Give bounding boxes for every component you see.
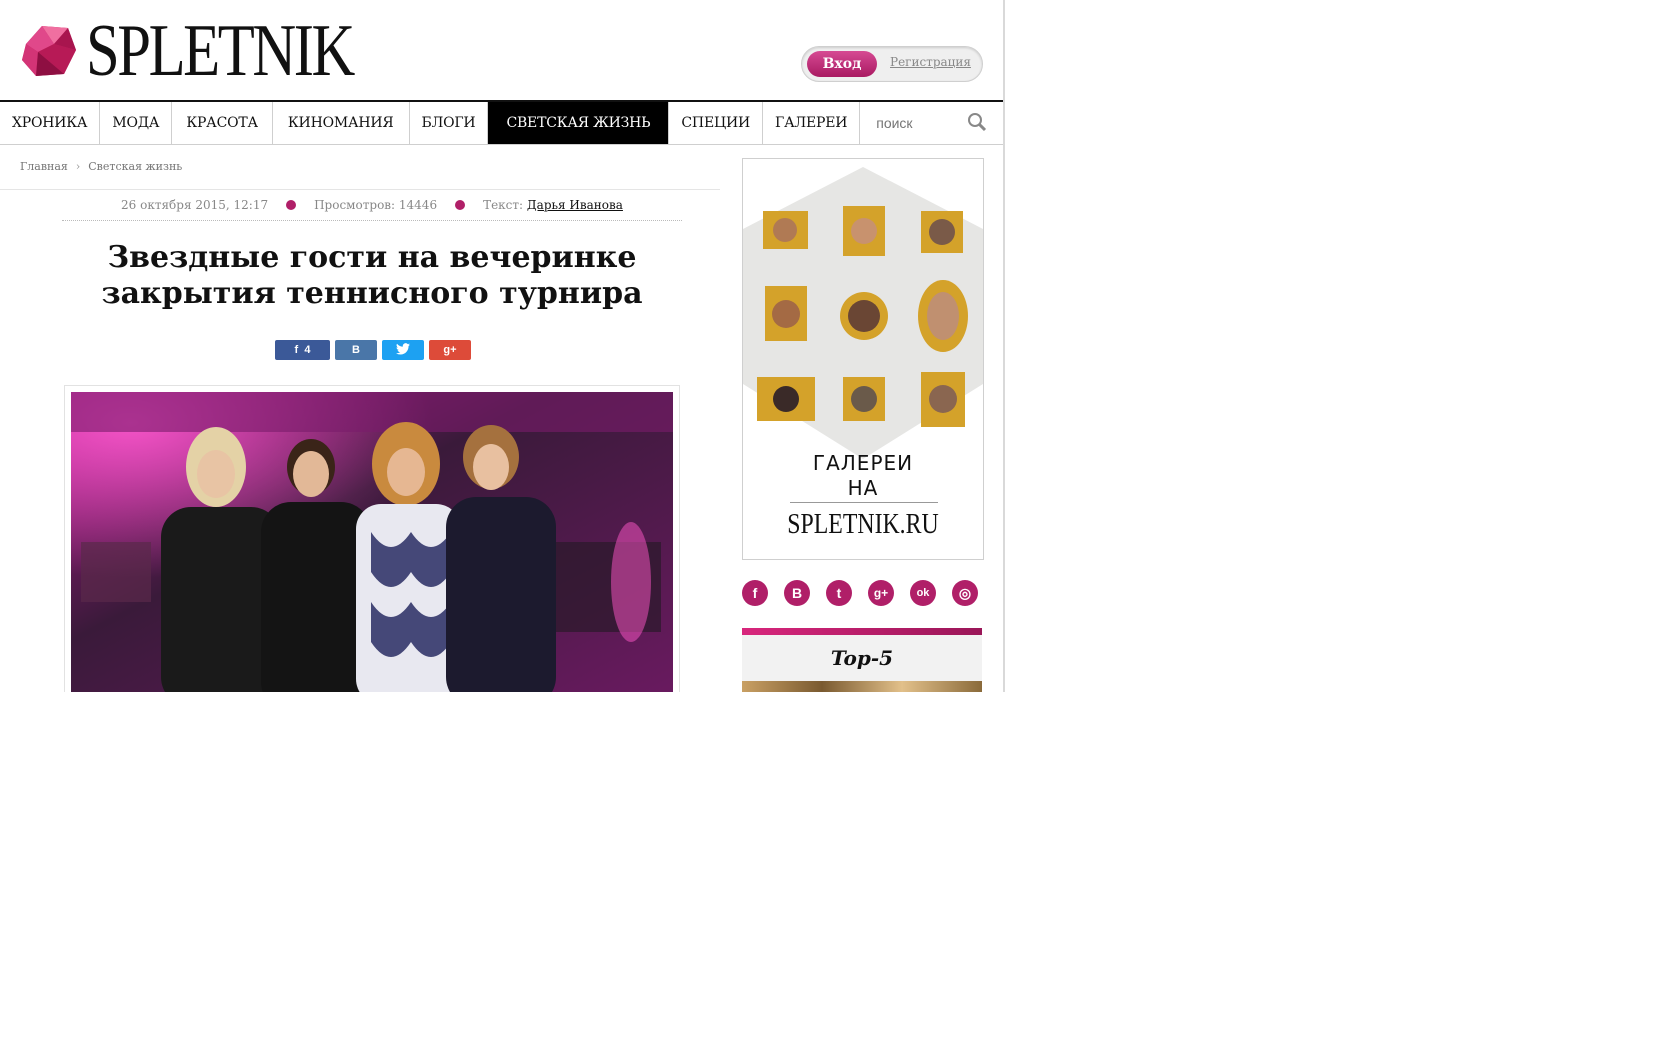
site-page: SPLETNIK Вход Регистрация ХРОНИКА МОДА К… xyxy=(0,0,1005,692)
breadcrumb: Главная › Светская жизнь xyxy=(20,160,182,173)
article-date: 26 октября 2015, 12:17 xyxy=(121,198,269,212)
dot-icon xyxy=(455,200,466,210)
banner-art xyxy=(743,167,983,459)
banner-logo: SPLETNIK.RU xyxy=(787,509,939,540)
login-button[interactable]: Вход xyxy=(807,51,877,77)
logo-wordmark: SPLETNIK xyxy=(86,10,355,92)
share-vk-button[interactable]: В xyxy=(335,340,377,360)
nav-item-beauty[interactable]: КРАСОТА xyxy=(172,102,273,144)
article-title: Звездные гости на вечеринке закрытия тен… xyxy=(62,240,682,312)
nav-item-galleries[interactable]: ГАЛЕРЕИ xyxy=(763,102,861,144)
twitter-icon[interactable]: t xyxy=(826,580,852,606)
chevron-right-icon: › xyxy=(75,160,81,173)
search-icon[interactable] xyxy=(967,112,987,132)
author-prefix: Текст: xyxy=(483,198,524,212)
search-box xyxy=(860,102,1003,144)
banner-heading: ГАЛЕРЕИ xyxy=(812,451,914,475)
facebook-icon[interactable]: f xyxy=(742,580,768,606)
share-twitter-button[interactable] xyxy=(382,340,424,360)
vk-icon: В xyxy=(352,344,360,356)
nav-item-blogs[interactable]: БЛОГИ xyxy=(410,102,489,144)
author-link[interactable]: Дарья Иванова xyxy=(527,198,623,212)
article-title-line: закрытия теннисного турнира xyxy=(101,276,643,311)
google-plus-icon[interactable]: g+ xyxy=(868,580,894,606)
breadcrumb-section[interactable]: Светская жизнь xyxy=(88,160,182,173)
banner-heading: НА xyxy=(847,476,879,500)
site-logo[interactable]: SPLETNIK xyxy=(20,10,411,92)
article-views: Просмотров: 14446 xyxy=(314,198,438,212)
auth-panel: Вход Регистрация xyxy=(801,46,983,82)
top5-widget: Top-5 xyxy=(742,628,982,692)
divider xyxy=(0,189,720,190)
twitter-icon xyxy=(396,343,410,355)
article-photo[interactable] xyxy=(71,392,673,692)
share-count: 4 xyxy=(304,344,311,356)
nav-item-specials[interactable]: СПЕЦИИ xyxy=(669,102,763,144)
nav-item-chronicle[interactable]: ХРОНИКА xyxy=(0,102,101,144)
gem-logo-icon xyxy=(22,26,76,76)
breadcrumb-home[interactable]: Главная xyxy=(20,160,68,173)
top5-accent-bar xyxy=(742,628,982,635)
share-facebook-button[interactable]: f 4 xyxy=(275,340,330,360)
galleries-banner[interactable]: ГАЛЕРЕИ НА SPLETNIK.RU xyxy=(742,158,984,560)
instagram-icon[interactable]: ◎ xyxy=(952,580,978,606)
register-link[interactable]: Регистрация xyxy=(890,55,971,69)
nav-item-social-life[interactable]: СВЕТСКАЯ ЖИЗНЬ xyxy=(488,102,670,144)
google-plus-icon: g+ xyxy=(443,344,457,356)
top5-title: Top-5 xyxy=(742,635,982,681)
article-title-line: Звездные гости на вечеринке xyxy=(107,240,637,275)
vk-icon[interactable]: B xyxy=(784,580,810,606)
social-links: f B t g+ ok ◎ xyxy=(742,580,978,606)
nav-item-fashion[interactable]: МОДА xyxy=(100,102,173,144)
dot-icon xyxy=(286,200,297,210)
facebook-icon: f xyxy=(294,344,299,356)
odnoklassniki-icon[interactable]: ok xyxy=(910,580,936,606)
divider xyxy=(790,502,938,503)
article-photo-frame xyxy=(64,385,680,692)
article-meta: 26 октября 2015, 12:17 Просмотров: 14446 Т… xyxy=(62,198,682,221)
top5-image[interactable] xyxy=(742,681,982,692)
share-googleplus-button[interactable]: g+ xyxy=(429,340,471,360)
main-nav: ХРОНИКА МОДА КРАСОТА КИНОМАНИЯ БЛОГИ СВЕ… xyxy=(0,100,1003,145)
share-buttons: f 4 В g+ xyxy=(275,340,471,360)
nav-item-cinema[interactable]: КИНОМАНИЯ xyxy=(273,102,410,144)
